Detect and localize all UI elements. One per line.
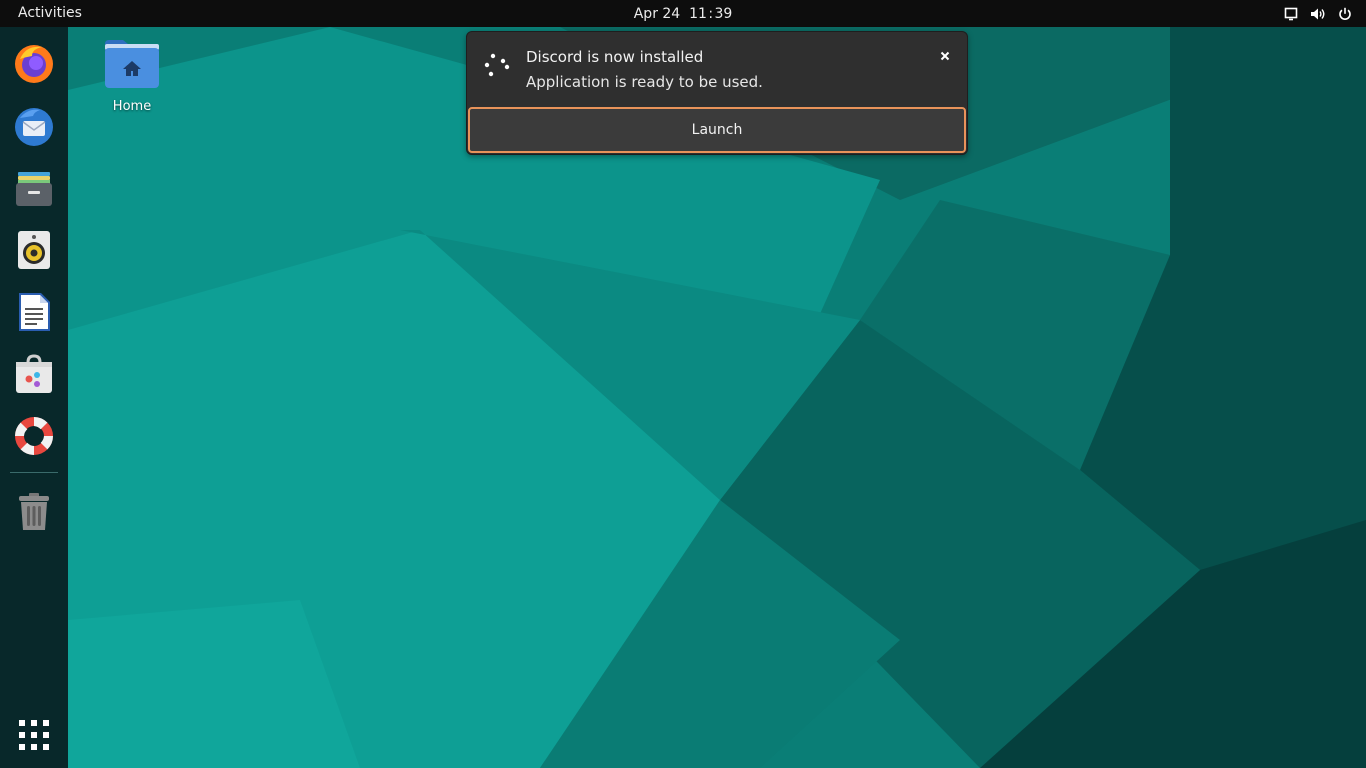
dock-item-firefox[interactable]	[10, 39, 58, 87]
system-tray[interactable]	[1284, 0, 1352, 27]
writer-icon	[19, 293, 50, 331]
home-folder-label: Home	[112, 99, 152, 114]
home-folder-icon	[105, 40, 159, 88]
rhythmbox-icon	[18, 231, 50, 269]
dock-separator	[10, 472, 58, 473]
notification-banner[interactable]: Discord is now installed Application is …	[466, 31, 968, 155]
trash-icon	[19, 493, 49, 530]
close-icon	[940, 51, 950, 61]
firefox-icon	[15, 45, 53, 83]
volume-icon[interactable]	[1310, 7, 1326, 21]
files-icon	[16, 172, 52, 206]
screen-icon[interactable]	[1284, 7, 1298, 21]
dock-item-trash[interactable]	[10, 488, 58, 536]
notification-close-button[interactable]	[935, 46, 955, 66]
dock-item-thunderbird[interactable]	[10, 102, 58, 150]
clock: Apr 24 11 : 39	[0, 0, 1366, 29]
top-bar: Activities Apr 24 11 : 39	[0, 0, 1366, 27]
dock-item-software[interactable]	[10, 350, 58, 398]
app-grid-icon	[19, 720, 49, 750]
notification-title: Discord is now installed	[526, 48, 704, 66]
clock-time: 11 : 39	[689, 6, 733, 22]
dock-item-help[interactable]	[10, 412, 58, 460]
spinner-icon	[484, 53, 510, 77]
dock-item-rhythmbox[interactable]	[10, 226, 58, 274]
dock-item-writer[interactable]	[10, 288, 58, 336]
activities-button[interactable]: Activities	[10, 0, 90, 27]
software-icon	[16, 354, 52, 393]
notification-body: Application is ready to be used.	[526, 73, 763, 91]
desktop-home-folder[interactable]: Home	[96, 38, 168, 120]
dock-item-files[interactable]	[10, 164, 58, 212]
thunderbird-icon	[15, 108, 53, 146]
dock	[0, 27, 68, 768]
clock-button[interactable]: Apr 24 11 : 39	[634, 6, 733, 22]
launch-button[interactable]: Launch	[468, 107, 966, 153]
help-icon	[15, 417, 53, 455]
clock-date: Apr 24	[633, 6, 681, 22]
power-icon[interactable]	[1338, 7, 1352, 21]
show-apps-button[interactable]	[10, 711, 58, 759]
